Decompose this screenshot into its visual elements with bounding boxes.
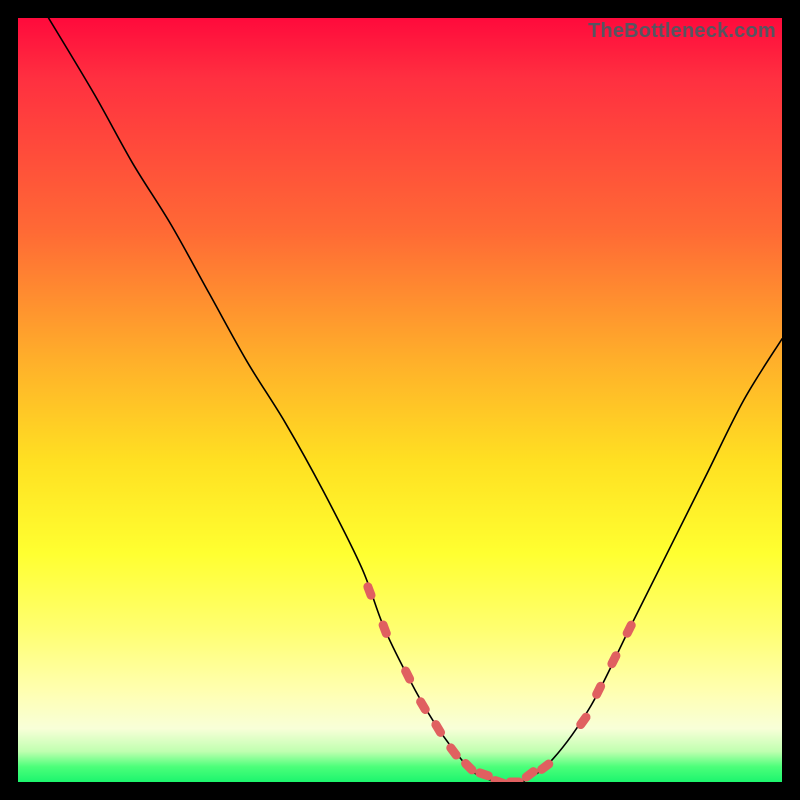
bottleneck-curve <box>49 18 782 782</box>
highlight-markers <box>362 581 637 782</box>
highlight-marker <box>621 619 637 639</box>
highlight-marker <box>506 778 524 783</box>
highlight-marker <box>430 718 447 738</box>
chart-plot-area: TheBottleneck.com <box>18 18 782 782</box>
chart-svg <box>18 18 782 782</box>
highlight-marker <box>606 650 622 670</box>
highlight-marker <box>400 665 416 685</box>
highlight-marker <box>520 765 540 782</box>
chart-frame: TheBottleneck.com <box>0 0 800 800</box>
highlight-marker <box>362 581 377 601</box>
highlight-marker <box>591 680 607 700</box>
highlight-marker <box>377 619 392 639</box>
